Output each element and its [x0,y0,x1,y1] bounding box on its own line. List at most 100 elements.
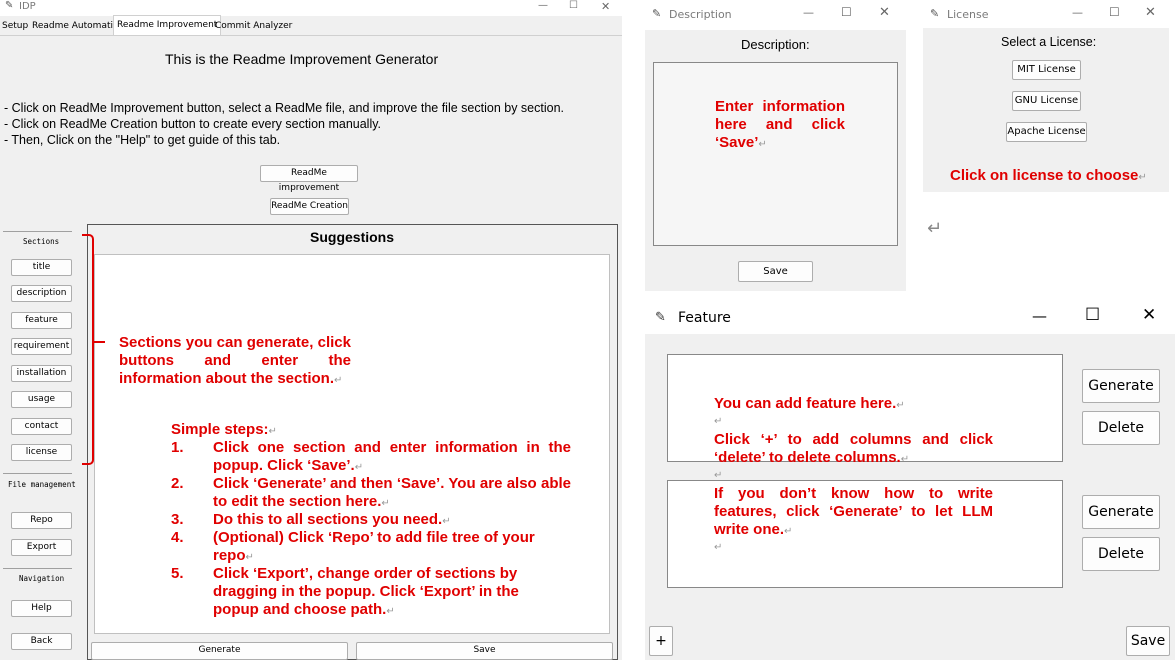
window-title: Description [669,8,732,21]
description-textarea[interactable] [653,62,898,246]
description-window: ✎ Description — ☐ ✕ Description: Save En… [645,0,906,291]
section-button-installation[interactable]: installation [11,365,72,382]
minimize-icon[interactable]: — [1032,307,1047,325]
mit-license-button[interactable]: MIT License [1012,60,1081,80]
back-button[interactable]: Back [11,633,72,650]
file-management-label: File management [8,480,76,489]
add-column-button[interactable]: + [649,626,673,656]
apache-license-button[interactable]: Apache License [1006,122,1087,142]
close-icon[interactable]: ✕ [1145,5,1156,20]
minimize-icon[interactable]: — [538,0,548,11]
sidebar-divider [3,473,72,474]
maximize-icon[interactable]: ☐ [841,5,852,19]
description-label: Description: [741,37,810,52]
main-titlebar: ✎ IDP — ☐ ✕ [0,0,622,16]
feather-icon: ✎ [655,310,666,325]
tab-readme-automatic[interactable]: Readme Automatic [32,17,118,35]
window-title: Feature [678,310,731,326]
window-title: IDP [19,1,36,12]
feature-save-button[interactable]: Save [1126,626,1170,656]
step-number: 1. [171,439,184,456]
feature-generate-button[interactable]: Generate [1082,369,1160,403]
feature-annotation: If you don’t know how to write features,… [714,485,993,541]
tab-divider [0,35,622,36]
maximize-icon[interactable]: ☐ [569,0,578,11]
repo-button[interactable]: Repo [11,512,72,529]
return-mark: ↵ [927,218,943,239]
section-button-description[interactable]: description [11,285,72,302]
step-number: 5. [171,565,184,582]
return-mark: ↵ [381,498,390,509]
close-icon[interactable]: ✕ [1142,305,1156,325]
step-item: Click ‘Generate’ and then ‘Save’. You ar… [213,475,571,513]
tab-commit-analyzer[interactable]: Commit Analyzer [215,17,292,35]
feature-generate-button[interactable]: Generate [1082,495,1160,529]
return-mark: ↵ [245,552,254,563]
main-window: ✎ IDP — ☐ ✕ Setup Readme Automatic Readm… [0,0,622,660]
return-mark: ↵ [354,462,364,473]
export-button[interactable]: Export [11,539,72,556]
return-mark: ↵ [714,416,723,427]
help-button[interactable]: Help [11,600,72,617]
description-save-button[interactable]: Save [738,261,813,282]
feature-note-text: You can add feature here. [714,395,897,412]
license-titlebar: ✎ License — ☐ ✕ [923,0,1169,28]
sections-annotation: Sections you can generate, click buttons… [119,334,351,390]
instruction-line: - Then, Click on the "Help" to get guide… [4,133,281,147]
step-number: 2. [171,475,184,492]
window-title: License [947,8,989,21]
minimize-icon[interactable]: — [1072,6,1083,19]
step-item: Do this to all sections you need.↵ [213,511,571,531]
step-text: Click ‘Generate’ and then ‘Save’. You ar… [213,475,571,510]
step-item: Click ‘Export’, change order of sections… [213,565,543,621]
close-icon[interactable]: ✕ [879,5,890,20]
feather-icon: ✎ [5,0,14,11]
return-mark: ↵ [896,400,905,411]
feather-icon: ✎ [652,7,662,20]
return-mark: ↵ [268,426,277,437]
readme-creation-button[interactable]: ReadMe Creation [270,198,349,215]
return-mark: ↵ [442,516,451,527]
feature-annotation: Click ‘+’ to add columns and click ‘dele… [714,431,993,469]
step-text: Do this to all sections you need. [213,511,443,528]
suggestions-title: Suggestions [310,229,395,245]
step-item: (Optional) Click ‘Repo’ to add file tree… [213,529,558,567]
sections-bracket [82,234,94,465]
license-annotation: Click on license to choose↵ [950,167,1147,187]
return-mark: ↵ [334,375,343,386]
feature-delete-button[interactable]: Delete [1082,537,1160,571]
step-number: 4. [171,529,184,546]
feature-annotation: You can add feature here.↵ [714,395,905,415]
section-button-license[interactable]: license [11,444,72,461]
close-icon[interactable]: ✕ [601,0,610,13]
description-annotation: Enter information here and click ‘Save’↵ [715,98,845,154]
minimize-icon[interactable]: — [803,6,814,19]
section-button-usage[interactable]: usage [11,391,72,408]
gnu-license-button[interactable]: GNU License [1012,91,1081,111]
steps-title: Simple steps:↵ [171,421,277,441]
description-note-text: Enter information here and click ‘Save’ [715,98,845,151]
generate-button[interactable]: Generate [91,642,348,660]
feature-delete-button[interactable]: Delete [1082,411,1160,445]
return-mark: ↵ [1138,172,1147,183]
step-text: Click one section and enter information … [213,439,571,474]
instruction-line: - Click on ReadMe Creation button to cre… [4,117,382,131]
tab-setup[interactable]: Setup [2,17,28,35]
maximize-icon[interactable]: ☐ [1109,5,1120,19]
license-window: ✎ License — ☐ ✕ Select a License: MIT Li… [923,0,1169,192]
section-button-title[interactable]: title [11,259,72,276]
return-mark: ↵ [758,139,767,150]
navigation-label: Navigation [19,574,65,583]
sidebar-divider [3,568,72,569]
section-button-requirement[interactable]: requirement [11,338,72,355]
feature-titlebar: ✎ Feature — ☐ ✕ [645,304,1175,334]
readme-improvement-button[interactable]: ReadMe improvement [260,165,358,193]
section-button-feature[interactable]: feature [11,312,72,329]
save-button[interactable]: Save [356,642,613,660]
feature-window: ✎ Feature — ☐ ✕ Generate Delete Generate… [645,304,1175,660]
steps-title-text: Simple steps: [171,421,269,438]
page-title: This is the Readme Improvement Generator [165,51,439,67]
maximize-icon[interactable]: ☐ [1085,305,1100,325]
tab-readme-improvement[interactable]: Readme Improvement [113,15,222,35]
section-button-contact[interactable]: contact [11,418,72,435]
